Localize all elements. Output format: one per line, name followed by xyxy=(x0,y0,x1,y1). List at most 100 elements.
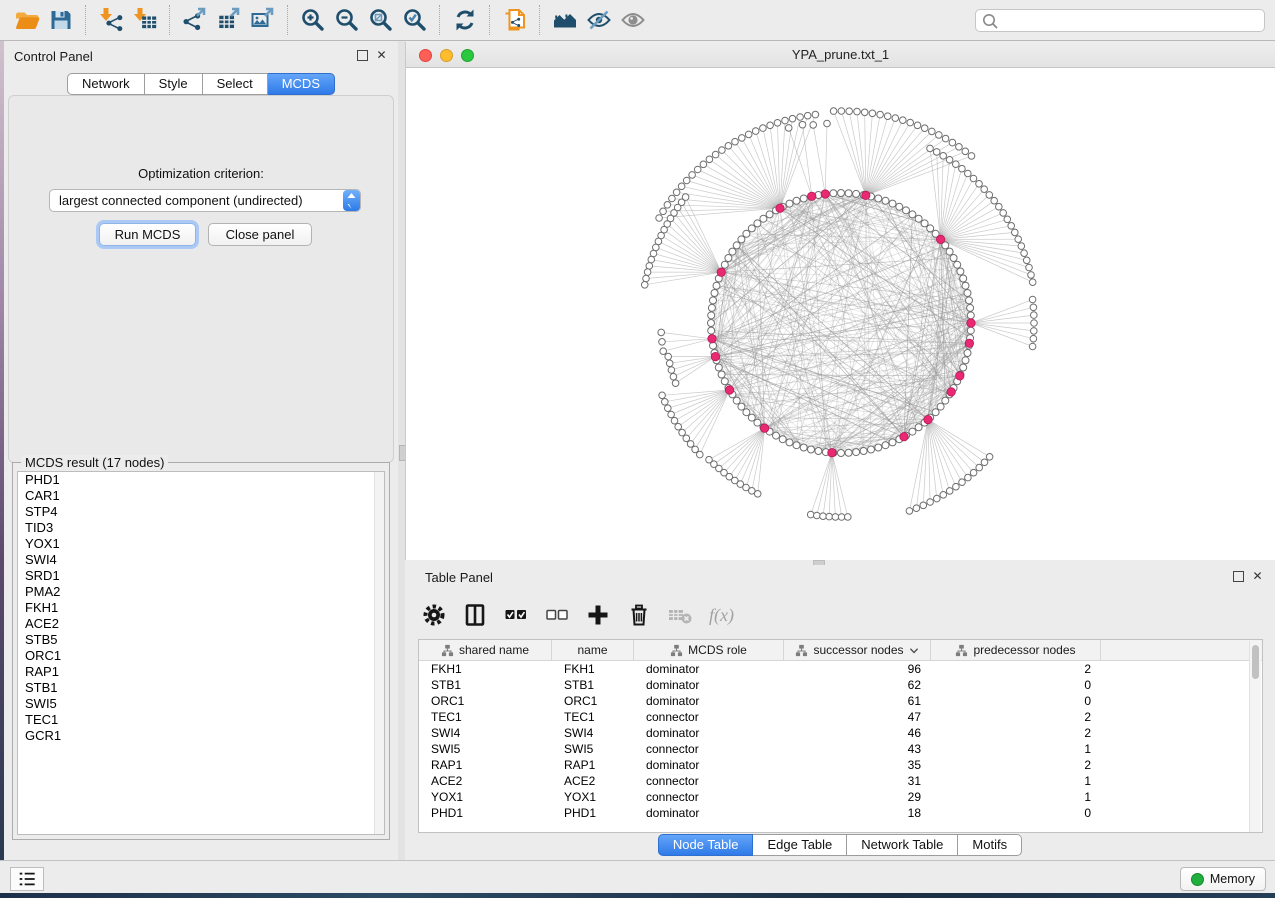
mcds-result-item[interactable]: STB1 xyxy=(18,680,384,696)
table-toolbar-gear-button[interactable] xyxy=(419,600,449,630)
graph-node[interactable] xyxy=(838,450,845,457)
table-row[interactable]: ORC1ORC1dominator610 xyxy=(419,693,1262,709)
graph-node[interactable] xyxy=(921,220,928,227)
toolbar-show-details-button[interactable] xyxy=(616,5,650,35)
graph-node[interactable] xyxy=(957,268,964,275)
graph-node[interactable] xyxy=(729,248,736,255)
graph-node[interactable] xyxy=(815,448,822,455)
graph-hub-node[interactable] xyxy=(725,386,733,394)
table-cell[interactable]: connector xyxy=(634,741,784,757)
graph-node[interactable] xyxy=(760,125,767,132)
graph-node[interactable] xyxy=(826,513,833,520)
table-cell[interactable]: 0 xyxy=(931,805,1101,821)
mcds-result-item[interactable]: ACE2 xyxy=(18,616,384,632)
graph-node[interactable] xyxy=(782,117,789,124)
graph-node[interactable] xyxy=(946,488,953,495)
vertical-splitter[interactable] xyxy=(398,41,405,860)
graph-node[interactable] xyxy=(981,186,988,193)
graph-node[interactable] xyxy=(882,197,889,204)
task-history-button[interactable] xyxy=(10,867,44,891)
graph-node[interactable] xyxy=(882,442,889,449)
graph-node[interactable] xyxy=(793,442,800,449)
graph-node[interactable] xyxy=(773,432,780,439)
graph-node[interactable] xyxy=(774,120,781,127)
table-cell[interactable]: 18 xyxy=(784,805,931,821)
tab-mcds[interactable]: MCDS xyxy=(268,73,335,95)
graph-node[interactable] xyxy=(875,444,882,451)
graph-node[interactable] xyxy=(733,242,740,249)
graph-node[interactable] xyxy=(666,360,673,367)
graph-node[interactable] xyxy=(671,417,678,424)
graph-node[interactable] xyxy=(927,225,934,232)
graph-node[interactable] xyxy=(713,282,720,289)
table-row[interactable]: RAP1RAP1dominator352 xyxy=(419,757,1262,773)
graph-node[interactable] xyxy=(800,195,807,202)
graph-node[interactable] xyxy=(711,290,718,297)
graph-node[interactable] xyxy=(966,297,973,304)
graph-node[interactable] xyxy=(743,230,750,237)
graph-node[interactable] xyxy=(946,157,953,164)
graph-hub-node[interactable] xyxy=(821,190,829,198)
graph-hub-node[interactable] xyxy=(924,415,932,423)
table-toolbar-delete-button[interactable] xyxy=(624,600,654,630)
table-cell[interactable]: dominator xyxy=(634,661,784,677)
graph-node[interactable] xyxy=(708,304,715,311)
graph-node[interactable] xyxy=(779,436,786,443)
graph-node[interactable] xyxy=(678,183,685,190)
toolbar-export-table-button[interactable] xyxy=(212,5,246,35)
table-cell[interactable]: PHD1 xyxy=(419,805,552,821)
graph-node[interactable] xyxy=(673,189,680,196)
table-cell[interactable]: 96 xyxy=(784,661,931,677)
graph-node[interactable] xyxy=(718,371,725,378)
graph-node[interactable] xyxy=(906,508,913,515)
table-cell[interactable]: STB1 xyxy=(552,677,634,693)
graph-node[interactable] xyxy=(738,403,745,410)
graph-node[interactable] xyxy=(927,145,934,152)
graph-node[interactable] xyxy=(797,114,804,121)
mcds-result-item[interactable]: SWI4 xyxy=(18,552,384,568)
graph-node[interactable] xyxy=(845,449,852,456)
graph-node[interactable] xyxy=(668,411,675,418)
mcds-result-item[interactable]: PHD1 xyxy=(18,472,384,488)
graph-node[interactable] xyxy=(907,119,914,126)
control-panel-close-icon[interactable]: ✕ xyxy=(376,50,387,61)
table-cell[interactable]: 1 xyxy=(931,789,1101,805)
graph-hub-node[interactable] xyxy=(965,339,973,347)
graph-node[interactable] xyxy=(785,125,792,132)
table-scrollbar[interactable] xyxy=(1249,641,1261,833)
graph-node[interactable] xyxy=(743,409,750,416)
graph-node[interactable] xyxy=(853,449,860,456)
graph-node[interactable] xyxy=(708,327,715,334)
toolbar-import-table-button[interactable] xyxy=(128,5,162,35)
graph-node[interactable] xyxy=(853,190,860,197)
tab-node-table[interactable]: Node Table xyxy=(658,834,754,856)
graph-node[interactable] xyxy=(1026,264,1033,271)
graph-node[interactable] xyxy=(732,138,739,145)
toolbar-new-network-file-button[interactable] xyxy=(498,5,532,35)
mcds-result-item[interactable]: CAR1 xyxy=(18,488,384,504)
tab-style[interactable]: Style xyxy=(145,73,203,95)
graph-node[interactable] xyxy=(913,505,920,512)
graph-node[interactable] xyxy=(838,190,845,197)
graph-node[interactable] xyxy=(754,491,761,498)
graph-node[interactable] xyxy=(937,403,944,410)
graph-node[interactable] xyxy=(1015,236,1022,243)
graph-node[interactable] xyxy=(719,147,726,154)
table-scrollbar-thumb[interactable] xyxy=(1252,645,1259,679)
graph-node[interactable] xyxy=(807,511,814,518)
toolbar-zoom-selected-button[interactable] xyxy=(398,5,432,35)
graph-node[interactable] xyxy=(641,282,648,289)
table-cell[interactable]: 2 xyxy=(931,725,1101,741)
graph-node[interactable] xyxy=(940,492,947,499)
graph-hub-node[interactable] xyxy=(947,388,955,396)
graph-hub-node[interactable] xyxy=(717,268,725,276)
table-cell[interactable]: 1 xyxy=(931,773,1101,789)
graph-node[interactable] xyxy=(965,170,972,177)
graph-node[interactable] xyxy=(644,269,651,276)
graph-node[interactable] xyxy=(896,203,903,210)
graph-node[interactable] xyxy=(1023,257,1030,264)
graph-hub-node[interactable] xyxy=(760,424,768,432)
graph-node[interactable] xyxy=(748,414,755,421)
graph-node[interactable] xyxy=(965,474,972,481)
graph-node[interactable] xyxy=(1000,210,1007,217)
